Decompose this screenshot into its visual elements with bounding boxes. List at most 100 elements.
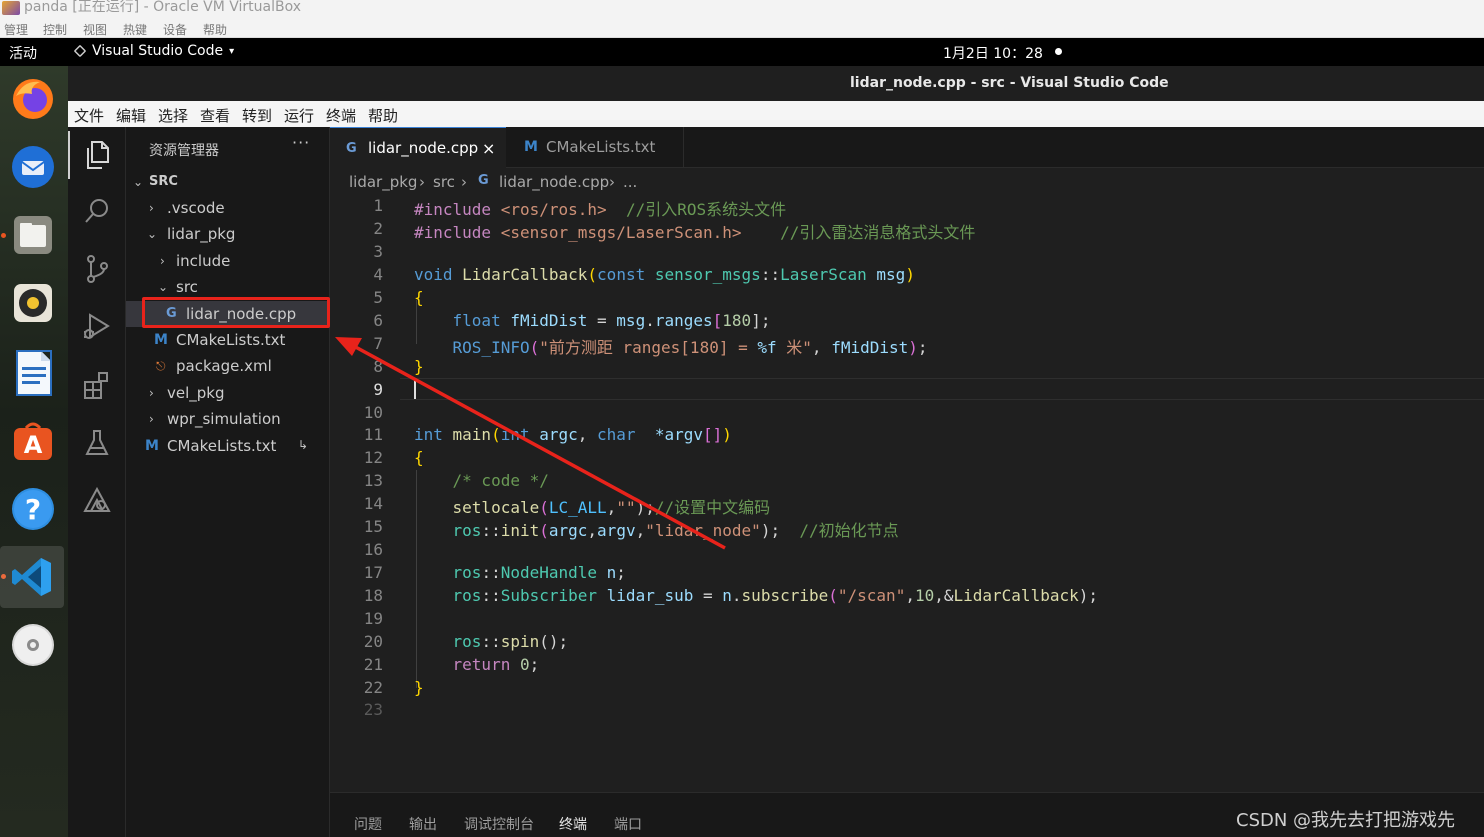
- token: ros: [414, 586, 482, 605]
- token: char: [597, 425, 646, 444]
- libreoffice-writer-icon[interactable]: [8, 348, 58, 398]
- tree-item-label: wpr_simulation: [167, 410, 281, 428]
- token: main: [452, 425, 492, 444]
- breadcrumb-item[interactable]: src: [433, 173, 455, 191]
- cmake-file-icon: M: [154, 332, 168, 348]
- token: ros: [414, 563, 482, 582]
- panel-tab-problems[interactable]: 问题: [354, 814, 382, 834]
- token: 180: [722, 311, 752, 330]
- testing-icon[interactable]: [81, 427, 113, 459]
- breadcrumb-item[interactable]: ...: [623, 173, 637, 191]
- code-line-12: {: [414, 448, 424, 467]
- panel-tab-output[interactable]: 输出: [409, 814, 437, 834]
- code-line-4: void LidarCallback(const sensor_msgs::La…: [414, 265, 915, 284]
- code-line-13: /* code */: [414, 471, 549, 490]
- breadcrumb-item[interactable]: lidar_node.cpp: [499, 173, 609, 191]
- explorer-title: 资源管理器: [149, 143, 219, 159]
- ubuntu-dock: A ?: [0, 66, 68, 837]
- clock[interactable]: 1月2日 10：28: [943, 43, 1043, 63]
- tree-item-label: package.xml: [176, 357, 272, 375]
- dvd-icon[interactable]: [8, 620, 58, 670]
- search-icon[interactable]: [81, 195, 113, 227]
- token: fMidDist: [510, 311, 588, 330]
- chevron-right-icon: ›: [149, 386, 154, 400]
- tree-item-label: CMakeLists.txt: [167, 437, 277, 455]
- menu-edit[interactable]: 编辑: [116, 105, 146, 126]
- token: []: [703, 425, 723, 444]
- token: argc: [539, 425, 578, 444]
- tab-lidar-node-cpp[interactable]: G lidar_node.cpp ×: [330, 127, 506, 168]
- activities-button[interactable]: 活动: [9, 43, 37, 63]
- menu-view[interactable]: 查看: [200, 105, 230, 126]
- extensions-icon[interactable]: [81, 369, 113, 401]
- token: msg: [616, 311, 646, 330]
- token: <ros/ros.h>: [500, 200, 607, 219]
- vbox-menu-devices[interactable]: 设备: [163, 21, 187, 38]
- tree-item-cmakelists-pkg[interactable]: M CMakeLists.txt: [126, 327, 330, 353]
- token: const: [597, 265, 655, 284]
- code-line-20: ros::spin();: [414, 632, 569, 651]
- tab-cmakelists[interactable]: M CMakeLists.txt: [506, 127, 684, 168]
- menu-terminal[interactable]: 终端: [326, 105, 356, 126]
- menu-file[interactable]: 文件: [74, 105, 104, 126]
- window-title: lidar_node.cpp - src - Visual Studio Cod…: [850, 75, 1169, 91]
- ros-extension-icon[interactable]: [81, 485, 113, 517]
- close-icon[interactable]: ×: [482, 128, 495, 169]
- menu-run[interactable]: 运行: [284, 105, 314, 126]
- gnome-top-bar: 活动 Visual Studio Code ▾ 1月2日 10：28: [0, 38, 1484, 66]
- tree-item-lidar-pkg[interactable]: ⌄ lidar_pkg: [126, 221, 330, 247]
- vbox-menu-view[interactable]: 视图: [83, 21, 107, 38]
- explorer-icon[interactable]: [68, 131, 113, 179]
- files-icon[interactable]: [8, 210, 58, 260]
- vbox-title-text: panda [正在运行] - Oracle VM VirtualBox: [24, 0, 302, 15]
- vscode-icon[interactable]: [0, 546, 64, 608]
- tree-item-vel-pkg[interactable]: › vel_pkg: [126, 380, 330, 406]
- tree-item-package-xml[interactable]: ⎋ package.xml: [126, 353, 330, 379]
- vbox-menu-control[interactable]: 控制: [43, 21, 67, 38]
- token: //设置中文编码: [654, 498, 771, 517]
- panel-tab-debug-console[interactable]: 调试控制台: [464, 814, 534, 834]
- tree-item-vscode[interactable]: › .vscode: [126, 195, 330, 221]
- token: LC_ALL: [548, 498, 607, 517]
- current-line-highlight: [400, 378, 1484, 400]
- more-actions-icon[interactable]: ···: [292, 133, 310, 152]
- editor-tab-bar: G lidar_node.cpp × M CMakeLists.txt: [330, 127, 1484, 168]
- vbox-menu-hotkeys[interactable]: 热键: [123, 21, 147, 38]
- help-icon[interactable]: ?: [8, 484, 58, 534]
- caret-down-icon: ▾: [229, 45, 235, 57]
- rhythmbox-icon[interactable]: [8, 278, 58, 328]
- chevron-right-icon: ›: [160, 254, 165, 268]
- tree-item-label: CMakeLists.txt: [176, 331, 286, 349]
- menu-selection[interactable]: 选择: [158, 105, 188, 126]
- cmake-file-icon: M: [145, 438, 159, 454]
- tree-item-include[interactable]: › include: [126, 248, 330, 274]
- menu-help[interactable]: 帮助: [368, 105, 398, 126]
- token: ): [905, 265, 915, 284]
- breadcrumb-item[interactable]: lidar_pkg: [349, 173, 417, 191]
- run-debug-icon[interactable]: [81, 311, 113, 343]
- source-control-icon[interactable]: [81, 253, 113, 285]
- token: sensor_msgs: [654, 265, 761, 284]
- firefox-icon[interactable]: [8, 74, 58, 124]
- app-menu-button[interactable]: Visual Studio Code ▾: [73, 43, 235, 59]
- virtualbox-icon: [2, 1, 20, 15]
- token: LidarCallback: [953, 586, 1079, 605]
- panel-tab-ports[interactable]: 端口: [614, 814, 642, 834]
- line-number-current: 9: [373, 380, 383, 399]
- panel-tab-terminal[interactable]: 终端: [559, 814, 587, 834]
- vbox-menu-manage[interactable]: 管理: [4, 21, 28, 38]
- line-number: 18: [363, 586, 383, 605]
- vbox-menu-help[interactable]: 帮助: [203, 21, 227, 38]
- code-line-22: }: [414, 678, 424, 697]
- token: "/scan": [837, 586, 906, 605]
- menu-go[interactable]: 转到: [242, 105, 272, 126]
- token: return: [414, 655, 520, 674]
- tree-root-src[interactable]: ⌄ SRC: [126, 169, 330, 195]
- app-center-icon[interactable]: A: [8, 416, 58, 466]
- line-number: 14: [363, 494, 383, 513]
- token: ::: [481, 563, 501, 582]
- thunderbird-icon[interactable]: [8, 142, 58, 192]
- vscode-small-icon: [73, 44, 87, 58]
- tree-item-wpr-simulation[interactable]: › wpr_simulation: [126, 406, 330, 432]
- code-editor[interactable]: 1 2 3 4 5 6 7 8 9 10 11 12 13 14 15 16 1…: [330, 196, 1484, 792]
